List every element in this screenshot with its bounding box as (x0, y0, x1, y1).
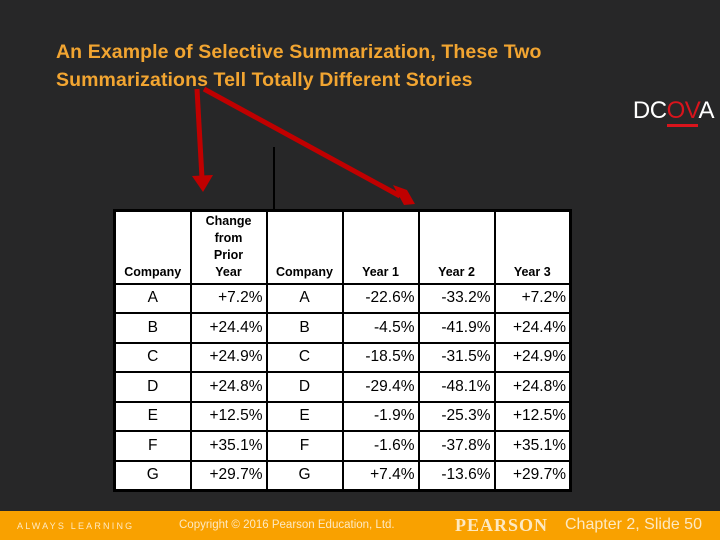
value-cell: -18.5% (341, 341, 420, 373)
company-cell: D (113, 371, 192, 403)
company-cell: G (265, 459, 344, 491)
slide-number: Chapter 2, Slide 50 (565, 516, 702, 533)
value-cell: -48.1% (417, 371, 496, 403)
value-cell: -13.6% (417, 459, 496, 491)
value-cell: +24.8% (493, 371, 572, 403)
column-header-line: Year 1 (362, 264, 399, 279)
table-row: F +35.1% F -1.6% -37.8% +35.1% (113, 430, 572, 462)
column-header-line: Year 3 (513, 264, 551, 279)
company-cell: G (113, 459, 192, 491)
company-cell: E (265, 400, 344, 432)
value-cell: +29.7% (493, 459, 572, 491)
value-cell: +24.4% (493, 312, 572, 344)
value-cell: +24.8% (189, 371, 268, 403)
value-cell: -29.4% (341, 371, 420, 403)
arrow-diagonal-icon (202, 86, 415, 205)
value-cell: +35.1% (493, 430, 572, 462)
column-header-line: Company (276, 264, 333, 279)
table-header-row: Company Change from Prior Year Company Year 1 Y… (113, 209, 572, 285)
footer-bar: ALWAYS LEARNING Copyright © 2016 Pearson… (0, 511, 720, 540)
company-cell: A (113, 282, 192, 314)
column-header: Company (113, 209, 192, 285)
column-header-line: Change (205, 213, 252, 228)
value-cell: +24.4% (189, 312, 268, 344)
value-cell: -37.8% (417, 430, 496, 462)
value-cell: +12.5% (189, 400, 268, 432)
table-row: E +12.5% E -1.9% -25.3% +12.5% (113, 400, 572, 432)
divider-line (273, 147, 275, 210)
column-header: Year 1 (341, 209, 420, 285)
value-cell: -41.9% (417, 312, 496, 344)
company-cell: E (113, 400, 192, 432)
column-header-line: from (214, 230, 243, 245)
value-cell: +7.4% (341, 459, 420, 491)
value-cell: +12.5% (493, 400, 572, 432)
company-cell: C (113, 341, 192, 373)
company-cell: A (265, 282, 344, 314)
value-cell: -4.5% (341, 312, 420, 344)
company-cell: B (265, 312, 344, 344)
company-cell: F (113, 430, 192, 462)
value-cell: +24.9% (493, 341, 572, 373)
table-row: C +24.9% C -18.5% -31.5% +24.9% (113, 341, 572, 373)
value-cell: +35.1% (189, 430, 268, 462)
footer-copyright: Copyright © 2016 Pearson Education, Ltd. (179, 519, 395, 531)
value-cell: +24.9% (189, 341, 268, 373)
value-cell: -31.5% (417, 341, 496, 373)
value-cell: -33.2% (417, 282, 496, 314)
company-cell: F (265, 430, 344, 462)
value-cell: -25.3% (417, 400, 496, 432)
column-header-line: Year 2 (438, 264, 475, 279)
table-row: G +29.7% G +7.4% -13.6% +29.7% (113, 459, 572, 491)
summary-table: Company Change from Prior Year Company Year 1 Y… (113, 209, 572, 492)
column-header: Change from Prior Year (189, 209, 268, 285)
column-header-line: Year (215, 264, 242, 279)
table-row: D +24.8% D -29.4% -48.1% +24.8% (113, 371, 572, 403)
value-cell: +29.7% (189, 459, 268, 491)
value-cell: +7.2% (189, 282, 268, 314)
company-cell: C (265, 341, 344, 373)
table-row: A +7.2% A -22.6% -33.2% +7.2% (113, 282, 572, 314)
value-cell: -1.9% (341, 400, 420, 432)
footer-tagline: ALWAYS LEARNING (17, 521, 135, 531)
arrow-down-icon (192, 88, 213, 192)
company-cell: D (265, 371, 344, 403)
value-cell: -1.6% (341, 430, 420, 462)
pearson-logo: PEARSON (455, 515, 549, 535)
column-header-line: Prior (213, 247, 244, 262)
column-header: Year 3 (493, 209, 572, 285)
value-cell: -22.6% (341, 282, 420, 314)
column-header: Year 2 (417, 209, 496, 285)
table-body: A +7.2% A -22.6% -33.2% +7.2% B +24.4% B -4.5% -41… (113, 282, 572, 491)
column-header: Company (265, 209, 344, 285)
table-row: B +24.4% B -4.5% -41.9% +24.4% (113, 312, 572, 344)
column-header-line: Company (124, 264, 182, 279)
value-cell: +7.2% (493, 282, 572, 314)
company-cell: B (113, 312, 192, 344)
